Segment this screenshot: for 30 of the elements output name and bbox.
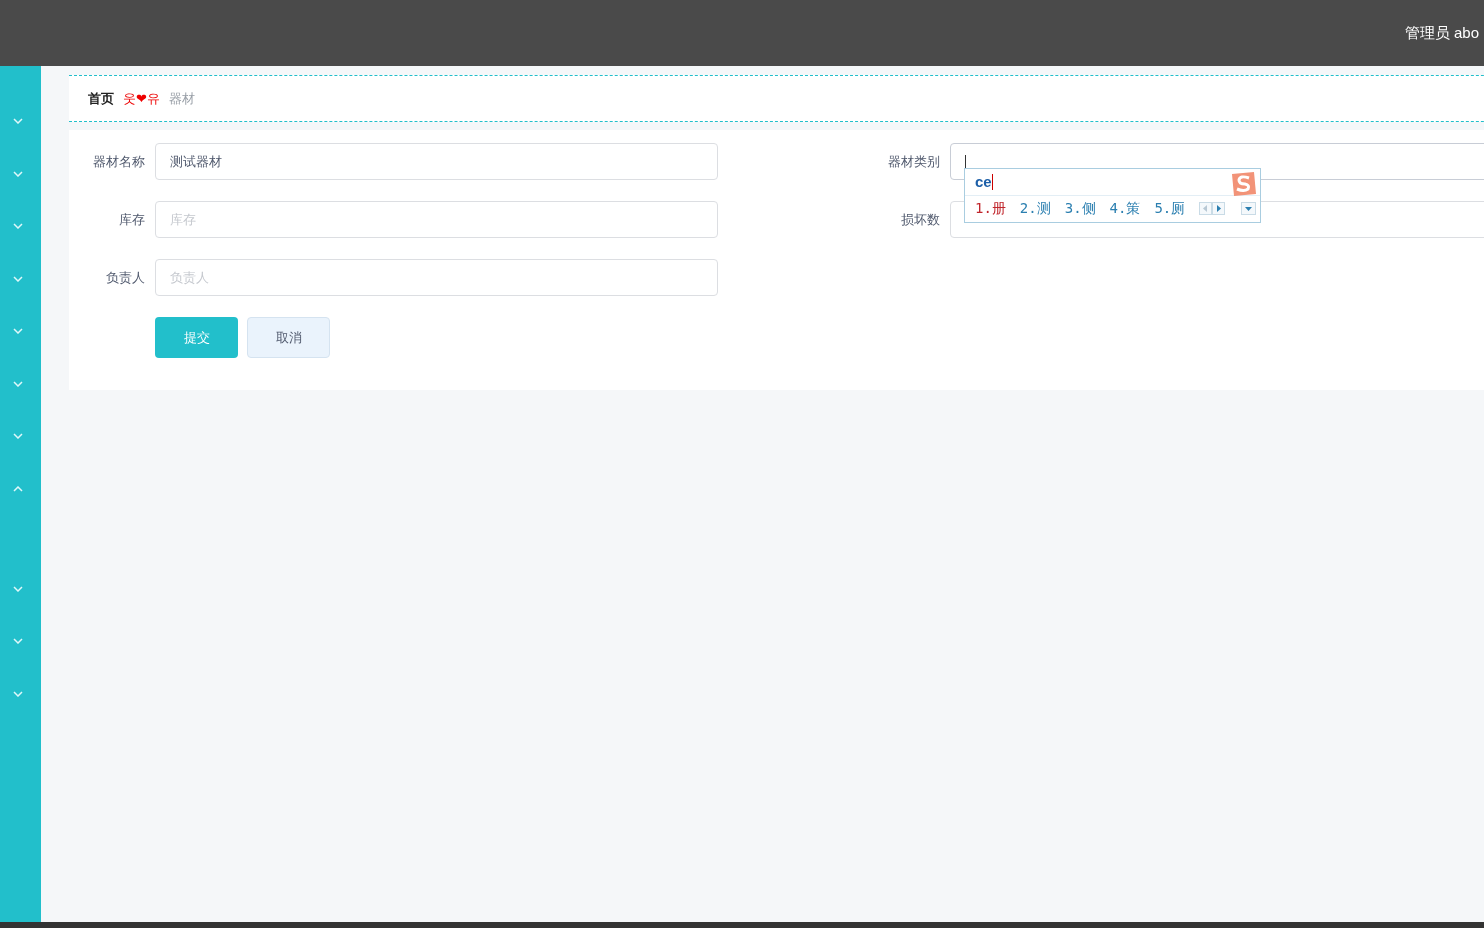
ime-candidate[interactable]: 5.厕 bbox=[1154, 198, 1186, 220]
chevron-up-icon bbox=[12, 485, 23, 492]
chevron-down-icon bbox=[12, 638, 23, 644]
chevron-down-icon bbox=[12, 380, 23, 387]
chevron-down-icon bbox=[12, 690, 23, 697]
field-label: 器材类别 bbox=[887, 152, 941, 171]
breadcrumb-home[interactable]: 首页 bbox=[88, 88, 114, 109]
chevron-down-icon bbox=[12, 328, 23, 334]
chevron-down-icon bbox=[12, 433, 23, 439]
ime-candidate[interactable]: 1.册 bbox=[975, 198, 1006, 220]
chevron-down-icon bbox=[12, 170, 23, 177]
breadcrumb-separator: 웃❤유 bbox=[123, 89, 160, 108]
ime-composition: ce bbox=[975, 171, 992, 192]
ime-candidate[interactable]: 2.测 bbox=[1019, 198, 1051, 220]
next-page-icon[interactable] bbox=[1212, 202, 1226, 216]
cancel-button[interactable]: 取消 bbox=[247, 317, 330, 358]
field-label: 库存 bbox=[118, 210, 146, 229]
chevron-down-icon bbox=[12, 585, 23, 592]
breadcrumb-current: 器材 bbox=[169, 89, 195, 108]
user-name[interactable]: 管理员 abo bbox=[1404, 21, 1479, 45]
dropdown-icon[interactable] bbox=[1241, 202, 1257, 216]
chevron-down-icon bbox=[12, 118, 23, 124]
field-label: 损坏数 bbox=[900, 210, 941, 229]
field-label: 负责人 bbox=[105, 268, 146, 287]
field-label: 器材名称 bbox=[92, 152, 146, 171]
chevron-down-icon bbox=[12, 223, 23, 229]
chevron-down-icon bbox=[12, 275, 23, 282]
input-field[interactable]: 测试器材 bbox=[155, 143, 718, 180]
ime-candidate[interactable]: 3.侧 bbox=[1064, 198, 1096, 220]
ime-candidate[interactable]: 4.策 bbox=[1109, 198, 1141, 220]
